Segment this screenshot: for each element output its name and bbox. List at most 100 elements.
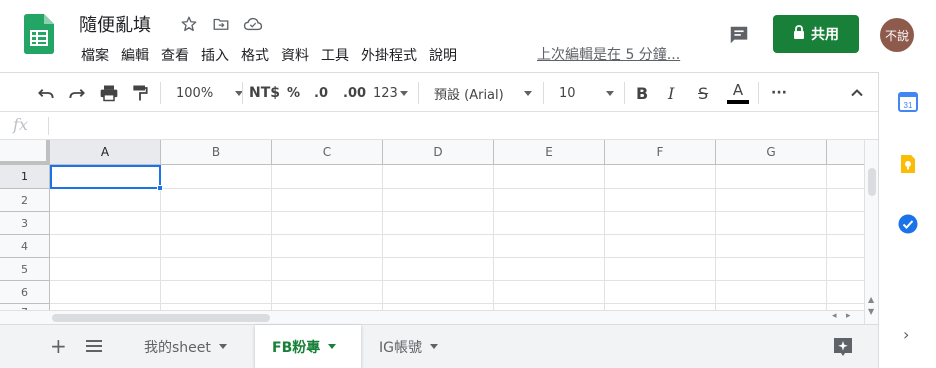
keep-icon[interactable] bbox=[898, 154, 918, 174]
grid-cell[interactable] bbox=[605, 189, 716, 212]
scroll-up-icon[interactable]: ▲ bbox=[868, 295, 874, 304]
grid-cell[interactable] bbox=[494, 212, 605, 235]
grid-cell[interactable] bbox=[827, 235, 864, 258]
grid-cell[interactable] bbox=[50, 281, 161, 304]
grid-cell[interactable] bbox=[827, 212, 864, 235]
grid-cell[interactable] bbox=[605, 235, 716, 258]
grid-cell[interactable] bbox=[494, 189, 605, 212]
font-size-select[interactable]: 10 bbox=[559, 73, 614, 113]
menu-edit[interactable]: 編輯 bbox=[116, 44, 154, 66]
formula-bar[interactable]: fx bbox=[0, 112, 878, 140]
grid-cell[interactable] bbox=[494, 165, 605, 189]
grid-cell[interactable] bbox=[605, 212, 716, 235]
grid-cell[interactable] bbox=[50, 212, 161, 235]
grid-cell[interactable] bbox=[494, 258, 605, 281]
move-folder-icon[interactable] bbox=[210, 13, 232, 35]
grid-cell[interactable] bbox=[494, 235, 605, 258]
scroll-down-icon[interactable]: ▼ bbox=[868, 307, 874, 316]
zoom-select[interactable]: 100% bbox=[176, 73, 244, 113]
print-icon[interactable] bbox=[99, 73, 119, 113]
horizontal-scrollbar[interactable]: ◂ ▸ bbox=[0, 310, 864, 324]
undo-icon[interactable] bbox=[36, 73, 56, 113]
grid-cell[interactable] bbox=[161, 189, 272, 212]
row-header[interactable]: 3 bbox=[0, 212, 50, 235]
grid-cell[interactable] bbox=[827, 258, 864, 281]
tasks-icon[interactable] bbox=[898, 214, 918, 234]
grid-cell[interactable] bbox=[272, 165, 383, 189]
grid-cell[interactable] bbox=[827, 281, 864, 304]
grid-cell[interactable] bbox=[272, 258, 383, 281]
redo-icon[interactable] bbox=[67, 73, 87, 113]
grid-cell[interactable] bbox=[272, 212, 383, 235]
column-header[interactable]: D bbox=[383, 140, 494, 165]
spreadsheet-grid[interactable]: A B C D E F G 1 2 3 4 5 6 7 bbox=[0, 140, 864, 324]
star-icon[interactable] bbox=[178, 13, 200, 35]
cloud-status-icon[interactable] bbox=[242, 13, 264, 35]
grid-cell[interactable] bbox=[716, 212, 827, 235]
menu-tools[interactable]: 工具 bbox=[316, 44, 354, 66]
increase-decimal-button[interactable]: .00 bbox=[343, 73, 366, 113]
menu-format[interactable]: 格式 bbox=[236, 44, 274, 66]
row-header[interactable]: 4 bbox=[0, 235, 50, 258]
vertical-scroll-thumb[interactable] bbox=[868, 168, 876, 196]
grid-cell[interactable] bbox=[383, 189, 494, 212]
grid-cell[interactable] bbox=[272, 281, 383, 304]
row-header[interactable]: 2 bbox=[0, 189, 50, 212]
font-family-select[interactable]: 預設 (Arial) bbox=[434, 73, 532, 113]
more-options-icon[interactable]: ··· bbox=[771, 73, 787, 113]
grid-cell[interactable] bbox=[605, 281, 716, 304]
horizontal-scroll-thumb[interactable] bbox=[52, 314, 270, 322]
last-edit-link[interactable]: 上次編輯是在 5 分鐘... bbox=[537, 44, 680, 64]
strikethrough-icon[interactable]: S bbox=[698, 73, 708, 113]
column-header-partial[interactable] bbox=[827, 140, 864, 165]
add-sheet-button[interactable]: + bbox=[50, 334, 67, 358]
grid-cell[interactable] bbox=[161, 212, 272, 235]
grid-cell[interactable] bbox=[50, 235, 161, 258]
decrease-decimal-button[interactable]: .0 bbox=[314, 73, 328, 113]
column-header[interactable]: E bbox=[494, 140, 605, 165]
grid-cell[interactable] bbox=[161, 258, 272, 281]
avatar[interactable]: 不說 bbox=[880, 18, 914, 52]
sheet-tab[interactable]: IG帳號 bbox=[362, 325, 466, 368]
column-header[interactable]: G bbox=[716, 140, 827, 165]
active-cell[interactable] bbox=[50, 165, 161, 189]
scroll-left-icon[interactable]: ◂ bbox=[832, 311, 837, 321]
grid-cell[interactable] bbox=[605, 165, 716, 189]
calendar-icon[interactable]: 31 bbox=[898, 92, 918, 112]
grid-cell[interactable] bbox=[383, 165, 494, 189]
menu-insert[interactable]: 插入 bbox=[196, 44, 234, 66]
column-header[interactable]: B bbox=[161, 140, 272, 165]
expand-panel-icon[interactable]: › bbox=[903, 325, 909, 344]
grid-cell[interactable] bbox=[50, 258, 161, 281]
all-sheets-icon[interactable] bbox=[86, 338, 102, 357]
row-header[interactable]: 5 bbox=[0, 258, 50, 281]
row-header[interactable]: 1 bbox=[0, 165, 50, 189]
paint-format-icon[interactable] bbox=[130, 73, 150, 113]
select-all-corner[interactable] bbox=[0, 140, 50, 165]
column-header[interactable]: A bbox=[50, 140, 161, 165]
menu-data[interactable]: 資料 bbox=[276, 44, 314, 66]
grid-cell[interactable] bbox=[272, 189, 383, 212]
grid-cell[interactable] bbox=[716, 281, 827, 304]
row-header[interactable]: 6 bbox=[0, 281, 50, 304]
percent-format-button[interactable]: % bbox=[287, 73, 300, 113]
grid-cell[interactable] bbox=[161, 281, 272, 304]
bold-icon[interactable]: B bbox=[636, 73, 648, 113]
grid-cell[interactable] bbox=[383, 258, 494, 281]
grid-cell[interactable] bbox=[827, 165, 864, 189]
grid-cell[interactable] bbox=[827, 189, 864, 212]
grid-cell[interactable] bbox=[716, 258, 827, 281]
document-title[interactable]: 隨便亂填 bbox=[79, 11, 151, 37]
menu-file[interactable]: 檔案 bbox=[76, 44, 114, 66]
explore-icon[interactable] bbox=[831, 335, 855, 359]
currency-format-button[interactable]: NT$ bbox=[249, 73, 280, 113]
menu-addons[interactable]: 外掛程式 bbox=[356, 44, 422, 66]
text-color-icon[interactable]: A bbox=[727, 73, 749, 113]
sheet-tab[interactable]: 我的sheet bbox=[126, 325, 252, 368]
sheet-tab-active[interactable]: FB粉專 bbox=[255, 325, 361, 368]
grid-cell[interactable] bbox=[272, 235, 383, 258]
grid-cell[interactable] bbox=[716, 165, 827, 189]
share-button[interactable]: 共用 bbox=[773, 15, 859, 53]
grid-cell[interactable] bbox=[716, 235, 827, 258]
grid-cell[interactable] bbox=[716, 189, 827, 212]
